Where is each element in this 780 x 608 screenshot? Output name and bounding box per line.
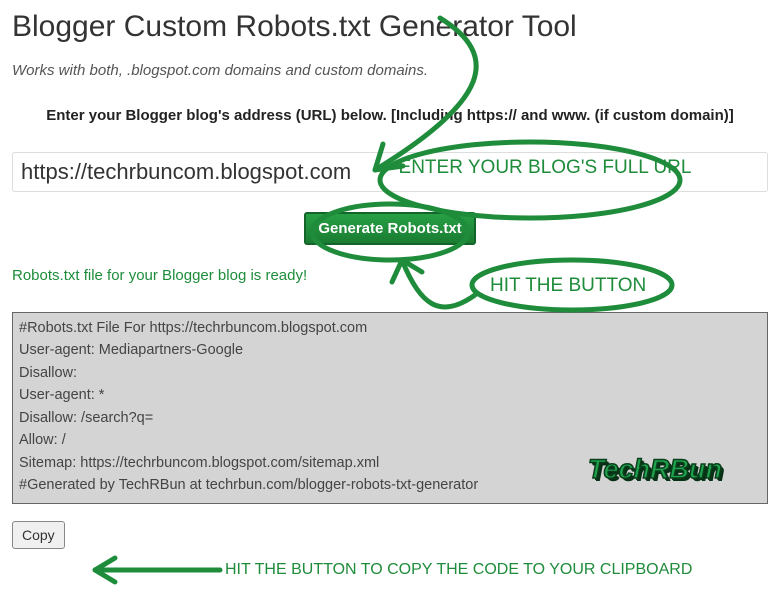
ready-message: Robots.txt file for your Blogger blog is… [12, 267, 768, 284]
generate-button[interactable]: Generate Robots.txt [304, 212, 475, 245]
annotation-overlay [0, 0, 780, 608]
instruction-text: Enter your Blogger blog's address (URL) … [12, 107, 768, 124]
techrbun-logo: TechRBun [588, 454, 722, 485]
page-title: Blogger Custom Robots.txt Generator Tool [12, 10, 768, 44]
annotation-copy-hint: HIT THE BUTTON TO COPY THE CODE TO YOUR … [225, 561, 692, 579]
blog-url-input[interactable] [12, 152, 768, 192]
subtitle-text: Works with both, .blogspot.com domains a… [12, 62, 768, 79]
copy-button[interactable]: Copy [12, 521, 65, 549]
